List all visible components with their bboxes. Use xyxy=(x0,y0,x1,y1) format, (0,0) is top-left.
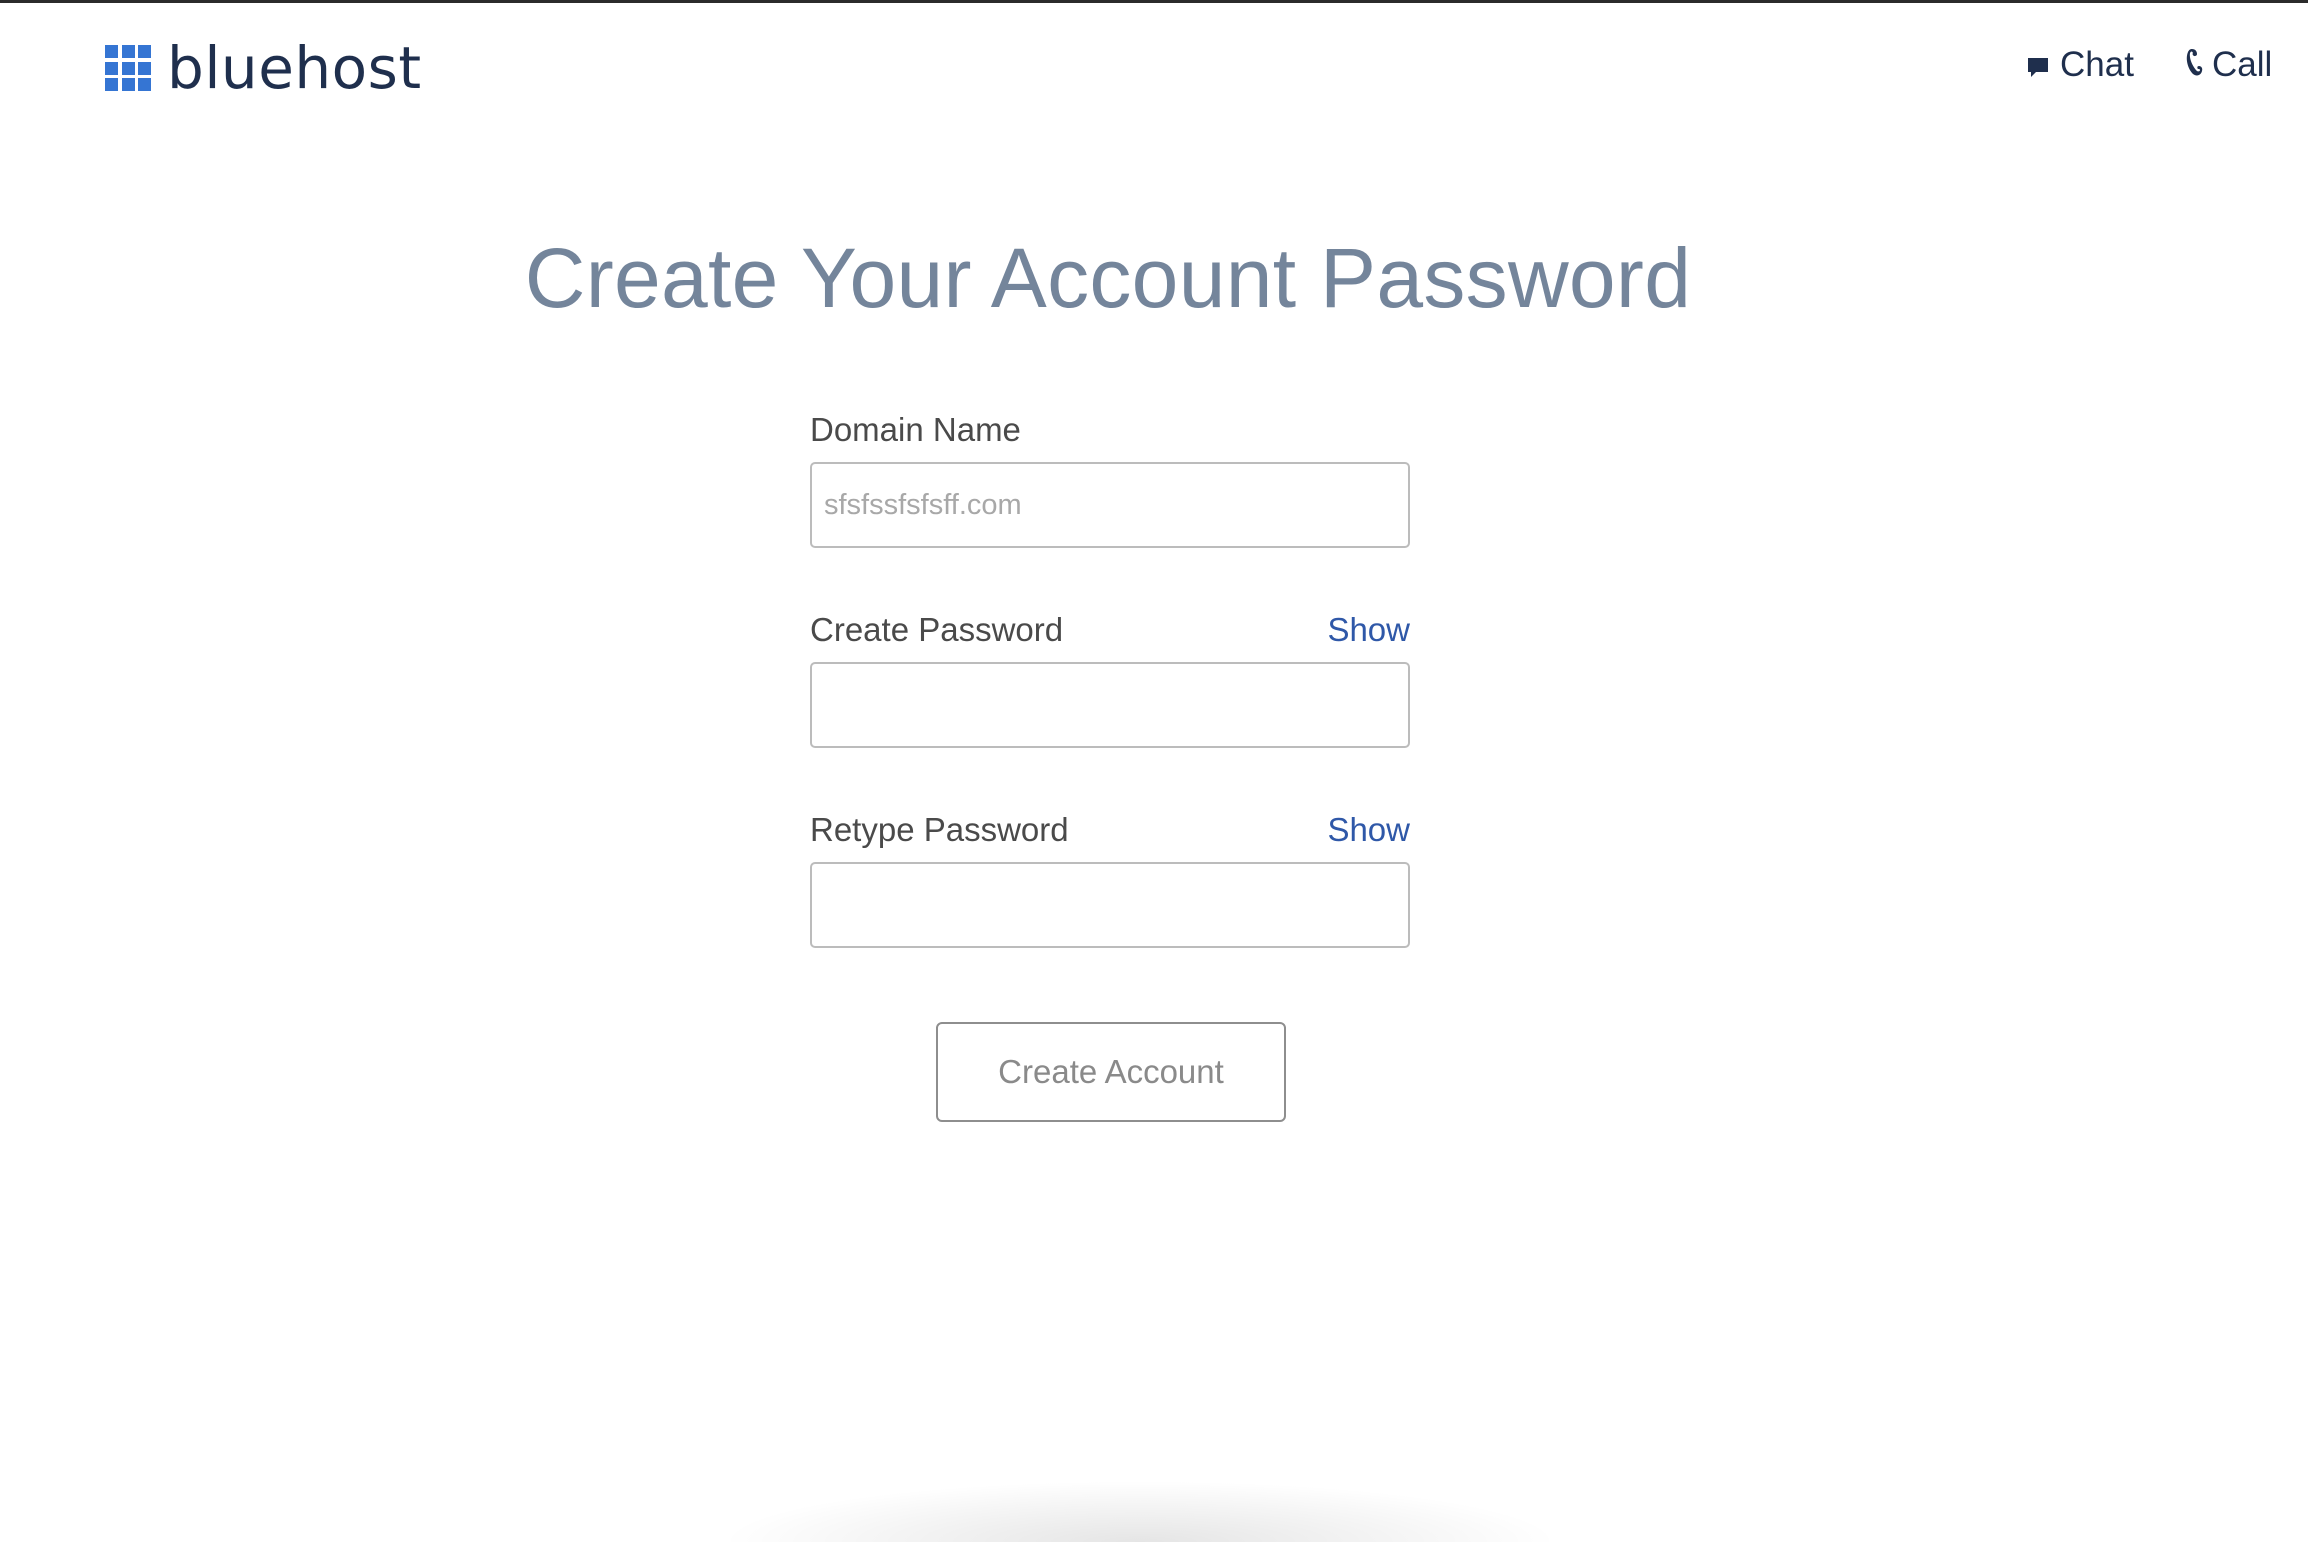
create-password-label: Create Password xyxy=(810,611,1064,648)
domain-name-input[interactable] xyxy=(810,462,1410,548)
site-header: bluehost Chat Call xyxy=(0,3,2308,131)
call-label: Call xyxy=(2212,45,2273,84)
show-password-toggle[interactable]: Show xyxy=(1327,610,1410,650)
page-title: Create Your Account Password xyxy=(524,231,1692,325)
domain-name-group: Domain Name xyxy=(810,410,1410,548)
logo-text: bluehost xyxy=(167,34,422,102)
grid-logo-icon xyxy=(105,45,151,91)
create-password-form: Domain Name Create Password Show Retype … xyxy=(810,410,1410,1010)
call-link[interactable]: Call xyxy=(2184,47,2272,82)
show-retype-password-toggle[interactable]: Show xyxy=(1327,810,1410,850)
create-password-input[interactable] xyxy=(810,662,1410,748)
chat-link[interactable]: Chat xyxy=(2026,47,2134,82)
phone-icon xyxy=(2186,48,2203,75)
bluehost-logo[interactable]: bluehost xyxy=(105,39,422,97)
bottom-shadow xyxy=(730,1482,1550,1542)
create-account-button[interactable]: Create Account xyxy=(936,1022,1286,1122)
retype-password-input[interactable] xyxy=(810,862,1410,948)
chat-label: Chat xyxy=(2060,45,2134,84)
create-password-group: Create Password Show xyxy=(810,610,1410,748)
retype-password-label: Retype Password xyxy=(810,811,1069,848)
retype-password-group: Retype Password Show xyxy=(810,810,1410,948)
chat-bubble-icon xyxy=(2028,57,2048,77)
domain-name-label: Domain Name xyxy=(810,411,1021,448)
